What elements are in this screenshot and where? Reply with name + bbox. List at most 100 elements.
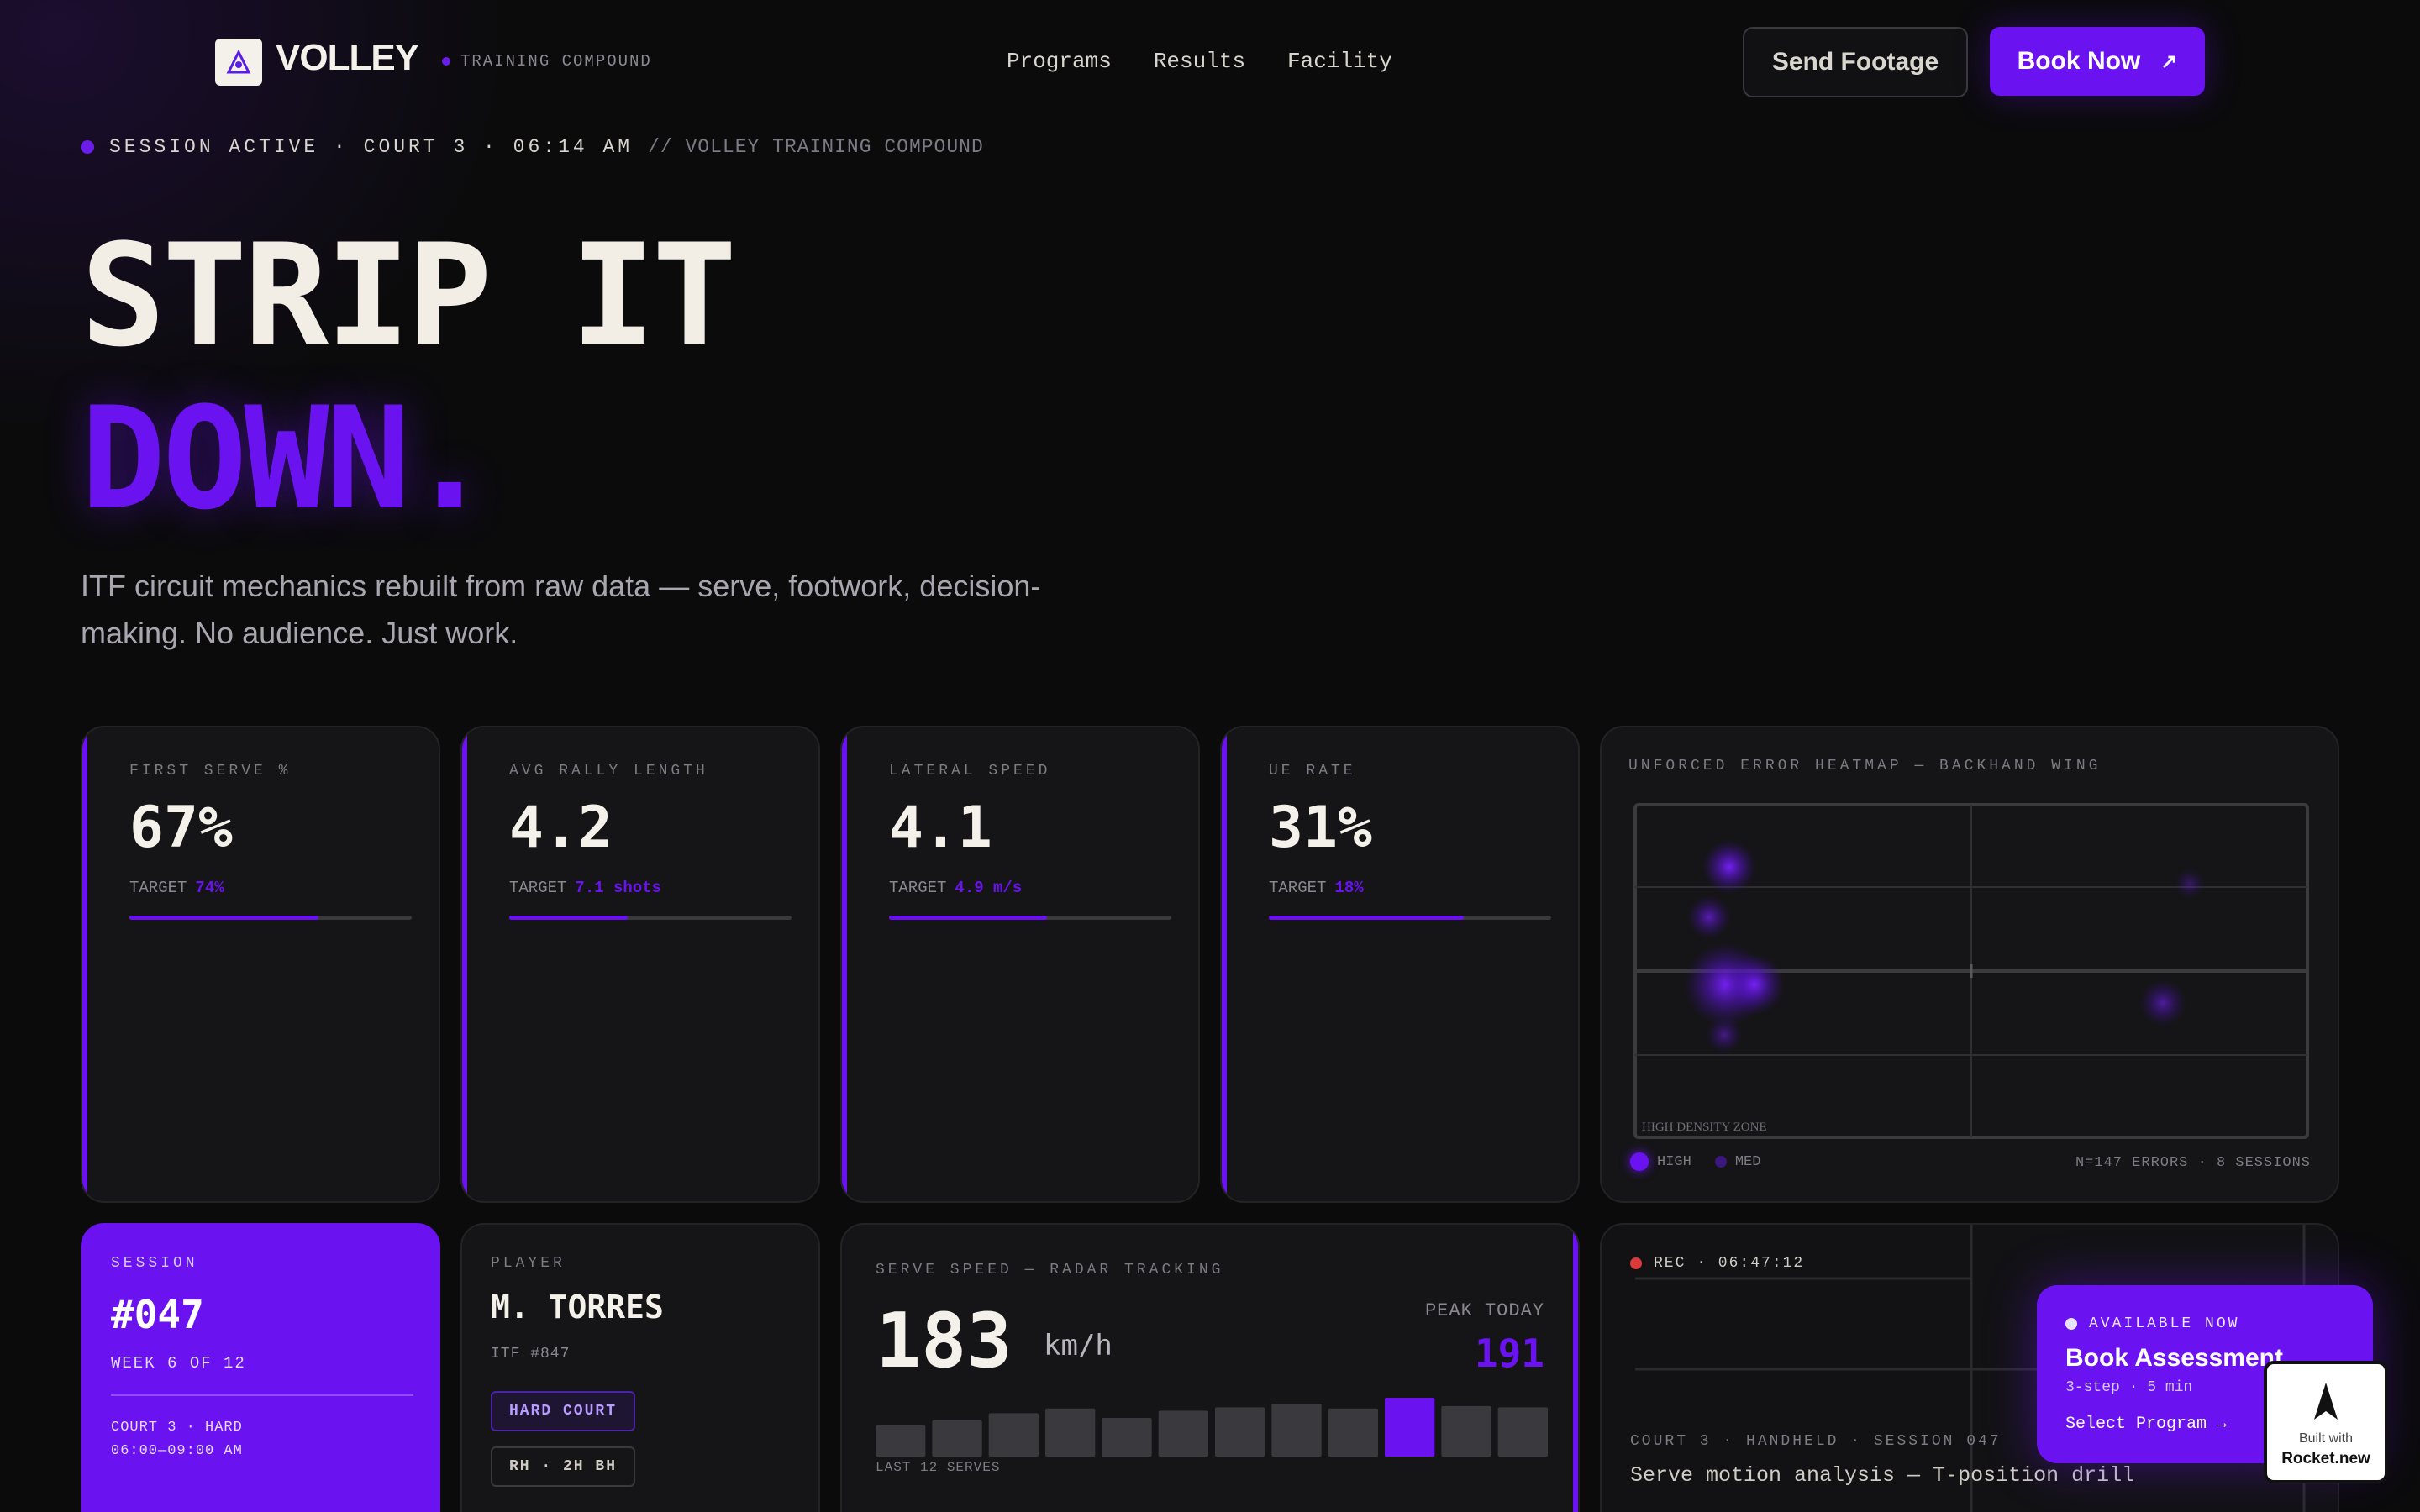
legend-med-label: MED [1734, 1153, 1761, 1170]
cta-title: Book Assessment [2065, 1344, 2283, 1372]
legend-high: HIGH [1630, 1152, 1691, 1171]
serve-title: SERVE SPEED — RADAR TRACKING [876, 1262, 1224, 1278]
serve-value: 183 [876, 1297, 1013, 1385]
session-card[interactable]: SESSION #047 WEEK 6 OF 12 COURT 3 · HARD… [81, 1223, 440, 1512]
session-week: WEEK 6 OF 12 [111, 1354, 246, 1373]
kpi-progress-fill [509, 916, 629, 920]
kpi-target: TARGET 4.9 m/s [889, 879, 1022, 897]
peak-value: 191 [1474, 1331, 1544, 1376]
legend-med: MED [1714, 1153, 1761, 1170]
kpi-target-value: 7.1 shots [575, 879, 662, 897]
arrow-up-right-icon: ↗ [2160, 50, 2178, 73]
brand-tagline: TRAINING COMPOUND [442, 52, 652, 71]
serve-bar-4 [1045, 1408, 1096, 1457]
kpi-value: 4.2 [509, 795, 613, 861]
tagline-text: TRAINING COMPOUND [460, 52, 652, 71]
nav-link-facility[interactable]: Facility [1287, 49, 1392, 74]
book-now-label: Book Now [2017, 47, 2141, 75]
serve-bar-6 [1158, 1410, 1208, 1457]
kpi-target-label: TARGET [129, 879, 187, 897]
badge-line-1: Built with [2298, 1431, 2354, 1446]
kpi-label: FIRST SERVE % [129, 763, 292, 780]
player-card: PLAYER M. TORRES ITF #847 HARD COURT RH … [460, 1223, 820, 1512]
heat-spot-6 [2139, 979, 2186, 1026]
hero-line-1: STRIP IT [81, 213, 737, 378]
cta-sub: 3-step · 5 min [2065, 1379, 2193, 1396]
kpi-target-label: TARGET [509, 879, 567, 897]
tagline-dot-icon [442, 57, 450, 66]
kpi-target-value: 18% [1334, 879, 1364, 897]
availability-dot-icon [2065, 1318, 2077, 1330]
video-caption: Serve motion analysis — T-position drill [1630, 1463, 2135, 1488]
player-name: M. TORRES [491, 1289, 664, 1326]
hero-line-2: DOWN. [81, 376, 492, 541]
status-suffix: // VOLLEY TRAINING COMPOUND [648, 136, 984, 158]
heat-spot-1 [1702, 840, 1756, 894]
session-divider [111, 1394, 413, 1396]
select-program-link[interactable]: Select Program → [2065, 1415, 2227, 1434]
kpi-progress-bar [889, 916, 1171, 920]
serve-bar-1 [876, 1425, 926, 1457]
kpi-target-label: TARGET [1269, 879, 1327, 897]
session-number: #047 [111, 1292, 204, 1337]
serve-speed-card: SERVE SPEED — RADAR TRACKING 183 km/h PE… [840, 1223, 1580, 1512]
serve-unit: km/h [1044, 1329, 1113, 1362]
brand-name[interactable]: VOLLEY [276, 37, 419, 79]
session-court: COURT 3 · HARD [111, 1420, 243, 1436]
status-text: SESSION ACTIVE · COURT 3 · 06:14 AM [109, 136, 634, 158]
serve-bar-8 [1271, 1404, 1322, 1457]
serve-bar-9 [1328, 1408, 1378, 1457]
brand-logo-icon[interactable] [215, 39, 262, 86]
nav-links: Programs Results Facility [1007, 49, 1392, 74]
kpi-label: LATERAL SPEED [889, 763, 1051, 780]
kpi-progress-bar [1269, 916, 1551, 920]
heatmap-legend: HIGH MED [1630, 1152, 1760, 1171]
kpi-card-first-serve: FIRST SERVE % 67% TARGET 74% [81, 726, 440, 1203]
status-dot-icon [81, 140, 94, 154]
kpi-card-lateral-speed: LATERAL SPEED 4.1 TARGET 4.9 m/s [840, 726, 1200, 1203]
hero-lede: ITF circuit mechanics rebuilt from raw d… [81, 569, 1041, 650]
session-status: SESSION ACTIVE · COURT 3 · 06:14 AM // V… [81, 136, 984, 158]
kpi-value: 4.1 [889, 795, 992, 861]
serve-bar-3 [988, 1413, 1039, 1457]
tag-hard-court[interactable]: HARD COURT [491, 1391, 636, 1431]
legend-high-label: HIGH [1657, 1153, 1691, 1170]
heat-spot-4 [1724, 954, 1785, 1015]
select-program-label: Select Program [2065, 1415, 2207, 1434]
rec-dot-icon [1630, 1257, 1642, 1269]
session-label: SESSION [111, 1255, 198, 1272]
serve-bar-2 [932, 1420, 982, 1457]
kpi-label: AVG RALLY LENGTH [509, 763, 708, 780]
player-label: PLAYER [491, 1255, 566, 1272]
book-now-button[interactable]: Book Now ↗ [1990, 27, 2205, 96]
kpi-progress-bar [129, 916, 412, 920]
kpi-target: TARGET 74% [129, 879, 224, 897]
heat-spot-5 [1706, 1016, 1743, 1053]
serve-bar-11 [1441, 1405, 1491, 1457]
rec-indicator: REC · 06:47:12 [1630, 1255, 1804, 1272]
heatmap-card: UNFORCED ERROR HEATMAP — BACKHAND WING H… [1600, 726, 2339, 1203]
serve-bar-5 [1102, 1418, 1152, 1457]
badge-line-2: Rocket.new [2281, 1450, 2370, 1467]
serve-bar-12 [1497, 1407, 1548, 1457]
nav-link-programs[interactable]: Programs [1007, 49, 1112, 74]
kpi-progress-bar [509, 916, 792, 920]
send-footage-button[interactable]: Send Footage [1743, 27, 1968, 97]
kpi-progress-fill [129, 916, 319, 920]
serve-bar-7 [1215, 1407, 1265, 1457]
kpi-target-value: 4.9 m/s [955, 879, 1023, 897]
serve-accent-edge [1573, 1225, 1578, 1512]
kpi-value: 67% [129, 795, 233, 861]
kpi-card-rally-length: AVG RALLY LENGTH 4.2 TARGET 7.1 shots [460, 726, 820, 1203]
serve-caption: LAST 12 SERVES [876, 1460, 1001, 1475]
arrow-right-icon: → [2217, 1415, 2228, 1434]
tag-handedness[interactable]: RH · 2H BH [491, 1446, 636, 1487]
availability: AVAILABLE NOW [2065, 1315, 2239, 1332]
kpi-label: UE RATE [1269, 763, 1356, 780]
built-with-badge[interactable]: Built with Rocket.new [2264, 1361, 2388, 1483]
nav-link-results[interactable]: Results [1154, 49, 1245, 74]
availability-text: AVAILABLE NOW [2089, 1315, 2240, 1332]
rec-text: REC · 06:47:12 [1654, 1255, 1805, 1272]
heat-spot-7 [2175, 869, 2205, 899]
legend-med-swatch [1714, 1156, 1727, 1168]
